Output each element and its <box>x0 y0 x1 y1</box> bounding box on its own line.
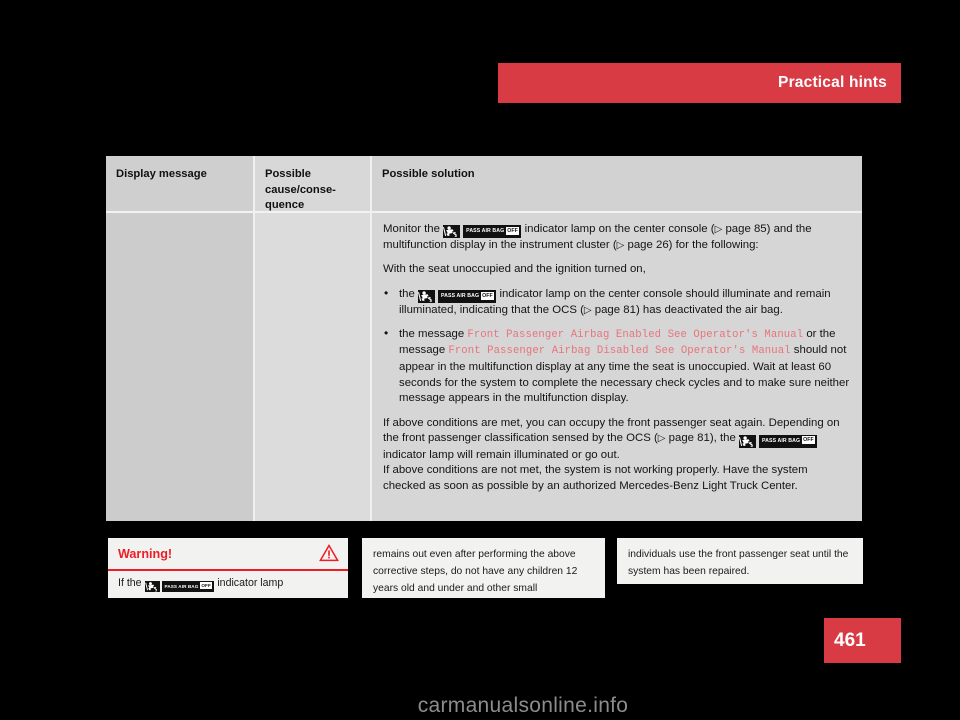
page-header-bar: Practical hints <box>498 63 901 103</box>
column-header-possible-solution: Possible solution <box>372 156 862 211</box>
page-ref-triangle-icon: ▷ <box>583 304 592 316</box>
warning-triangle-icon <box>319 543 339 567</box>
pass-air-bag-badge: PASS AIR BAG OFF <box>438 290 497 304</box>
off-indicator: OFF <box>480 291 495 300</box>
solution-intro-text-b: indicator lamp on the center console ( <box>521 223 715 235</box>
page-reference-26[interactable]: ▷ page 26 <box>617 239 669 251</box>
troubleshooting-table: Display message Possible cause/conse- qu… <box>106 156 862 521</box>
column-header-possible-cause-line2: cause/conse- <box>265 183 336 196</box>
child-seat-airbag-off-pictogram: 2 <box>418 290 435 304</box>
warning-box-header: Warning! <box>108 538 348 571</box>
column-header-possible-cause-line1: Possible <box>265 168 312 180</box>
page-reference-85-label: page 85 <box>725 223 767 235</box>
child-seat-airbag-off-pictogram: 2 <box>738 434 756 448</box>
page-reference-81b-label: page 81 <box>668 432 710 445</box>
solution-bullet-1: the 2PASS AIR BAGOFF indicator lamp on t… <box>383 286 851 319</box>
solution-intro-text-a: Monitor the <box>383 223 444 235</box>
svg-text:2: 2 <box>750 443 753 448</box>
site-watermark: carmanualsonline.info <box>417 694 629 717</box>
off-indicator: OFF <box>505 226 520 235</box>
page-ref-triangle-icon: ▷ <box>714 223 723 235</box>
svg-text:2: 2 <box>455 234 458 239</box>
warning-box-3-text: individuals use the front passenger seat… <box>628 549 849 577</box>
page-reference-26-label: page 26 <box>627 239 669 252</box>
page-number: 461 <box>834 629 866 651</box>
pass-air-bag-badge: PASS AIR BAG OFF <box>758 434 818 448</box>
page-ref-triangle-icon: ▷ <box>616 239 625 251</box>
display-message-disabled: Front Passenger Airbag Disabled See Oper… <box>448 345 791 358</box>
warning-box-3: individuals use the front passenger seat… <box>617 538 863 584</box>
svg-text:2: 2 <box>154 587 156 592</box>
solution-closing-paragraph: If above conditions are met, you can occ… <box>383 416 851 495</box>
off-indicator: OFF <box>199 582 213 590</box>
solution-condition-paragraph: With the seat unoccupied and the ignitio… <box>383 263 646 276</box>
cell-possible-cause <box>255 213 370 222</box>
cell-possible-solution: Monitor the 2 PASS AIR BAG OFF indicator l… <box>372 213 862 495</box>
display-message-enabled: Front Passenger Airbag Enabled See Opera… <box>467 328 804 341</box>
warning-text-a: If the <box>118 577 145 589</box>
solution-intro-paragraph: Monitor the 2 PASS AIR BAG OFF indicator l… <box>383 222 851 254</box>
page-number-box: 461 <box>824 618 901 663</box>
cell-display-message <box>106 213 253 222</box>
child-seat-airbag-off-pictogram: 2 <box>443 225 461 239</box>
page-header-title: Practical hints <box>778 74 887 91</box>
warning-title: Warning! <box>118 547 173 561</box>
pass-air-bag-off-lamp-icon: 2 PASS AIR BAG OFF <box>738 434 818 448</box>
solution-bullet-2: the message Front Passenger Airbag Enabl… <box>383 326 851 407</box>
table-column-display-message: Display message <box>106 156 253 521</box>
pass-air-bag-badge: PASS AIR BAG OFF <box>161 580 215 592</box>
bullet2-text-a: the message <box>399 327 468 340</box>
column-header-display-message: Display message <box>106 156 253 211</box>
table-column-possible-solution: Possible solution Monitor the 2 PASS AIR … <box>370 156 862 521</box>
page-ref-triangle-icon: ▷ <box>657 432 666 444</box>
pass-air-bag-off-lamp-icon: 2 PASS AIR BAG OFF <box>443 225 522 239</box>
warning-box-1: Warning! If the 2 PASS AIR BAG OFF indicat… <box>108 538 348 598</box>
closing-text-d: If above conditions are not met, the sys… <box>383 464 808 492</box>
warning-box-body: If the 2 PASS AIR BAG OFF indicator lamp <box>108 571 348 592</box>
table-column-possible-cause: Possible cause/conse- quence <box>253 156 370 521</box>
solution-intro-text-d: ) for the following: <box>668 239 759 252</box>
svg-text:2: 2 <box>429 298 432 303</box>
warning-box-2: remains out even after performing the ab… <box>362 538 605 598</box>
pass-air-bag-off-lamp-icon: 2 PASS AIR BAG OFF <box>144 580 215 592</box>
closing-text-b: ), the <box>709 432 739 445</box>
solution-bullet-list: the 2PASS AIR BAGOFF indicator lamp on t… <box>383 286 851 407</box>
column-header-possible-cause: Possible cause/conse- quence <box>255 156 370 211</box>
pass-air-bag-off-lamp-icon: 2 PASS AIR BAG OFF <box>418 290 497 304</box>
column-header-possible-cause-line3: quence <box>265 199 305 211</box>
bullet1-text-a: the <box>399 287 418 300</box>
child-seat-airbag-off-pictogram: 2 <box>144 580 160 592</box>
off-indicator: OFF <box>801 436 816 445</box>
page-reference-81b[interactable]: ▷ page 81 <box>658 432 710 444</box>
page-reference-85[interactable]: ▷ page 85 <box>715 223 767 235</box>
warning-box-2-text: remains out even after performing the ab… <box>373 549 578 594</box>
closing-text-c: indicator lamp will remain illuminated o… <box>383 448 620 461</box>
page-reference-81[interactable]: ▷ page 81 <box>584 304 636 316</box>
bullet1-text-c: ) has deactivated the air bag. <box>635 304 783 317</box>
pass-air-bag-badge: PASS AIR BAG OFF <box>463 225 522 239</box>
warning-text-b: indicator lamp <box>214 577 284 589</box>
page-reference-81-label: page 81 <box>594 304 636 317</box>
